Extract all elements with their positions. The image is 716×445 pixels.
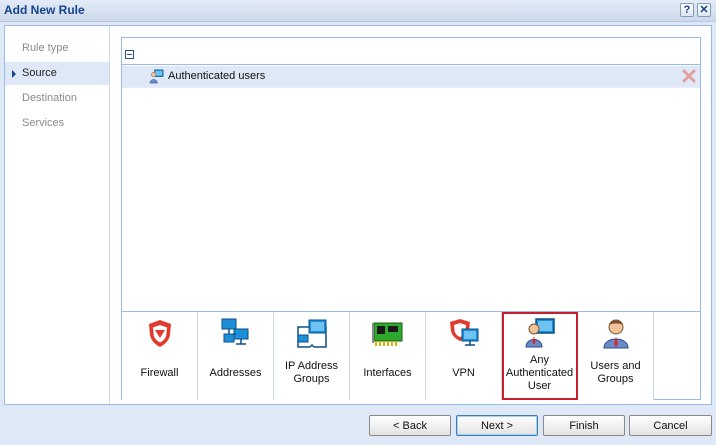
wizard-panel: Rule type Source Destination Services Au… — [4, 25, 712, 405]
tile-label: Firewall — [140, 366, 179, 379]
tile-label: Interfaces — [363, 366, 412, 379]
user-icon — [603, 319, 629, 349]
authenticated-user-icon — [149, 69, 164, 84]
authenticated-user-icon — [525, 318, 555, 348]
tile-label: IP Address Groups — [285, 360, 338, 385]
tree-header — [122, 38, 700, 65]
nav-item-rule-type[interactable]: Rule type — [5, 37, 109, 60]
close-button[interactable]: ✕ — [697, 3, 711, 17]
delete-icon[interactable] — [682, 69, 696, 83]
network-computers-icon — [221, 318, 249, 345]
help-button[interactable]: ? — [680, 3, 694, 17]
firewall-shield-icon — [149, 320, 171, 347]
tile-users-and-groups[interactable]: Users and Groups — [578, 312, 654, 400]
collapse-icon[interactable] — [125, 50, 134, 59]
tile-label: VPN — [452, 366, 475, 379]
window-title: Add New Rule — [4, 3, 85, 17]
nav-active-arrow-icon — [12, 70, 16, 78]
nav-item-services[interactable]: Services — [5, 112, 109, 135]
tile-vpn[interactable]: VPN — [426, 312, 502, 400]
tile-addresses[interactable]: Addresses — [198, 312, 274, 400]
cancel-button[interactable]: Cancel — [629, 415, 712, 436]
next-button[interactable]: Next > — [456, 415, 538, 436]
tile-label: Users and Groups — [590, 360, 641, 385]
back-button[interactable]: < Back — [369, 415, 451, 436]
tile-ip-address-groups[interactable]: IP Address Groups — [274, 312, 350, 400]
wizard-steps-nav: Rule type Source Destination Services — [5, 26, 110, 404]
nav-item-source[interactable]: Source — [5, 62, 109, 85]
source-type-tray: Firewall Addresses IP Address Groups Int… — [122, 311, 700, 400]
tile-interfaces[interactable]: Interfaces — [350, 312, 426, 400]
source-panel: Authenticated users Firewall Addresses I… — [121, 37, 701, 400]
vpn-icon — [450, 319, 479, 346]
tile-any-authenticated-user[interactable]: Any Authenticated User — [502, 312, 578, 400]
tile-label: Addresses — [209, 366, 262, 379]
ip-address-groups-icon — [297, 319, 327, 348]
finish-button[interactable]: Finish — [543, 415, 625, 436]
network-interface-card-icon — [372, 322, 403, 346]
tree-row-label: Authenticated users — [168, 70, 266, 82]
tile-label: Any Authenticated User — [505, 353, 574, 392]
title-bar: Add New Rule ? ✕ — [0, 0, 716, 22]
tile-firewall[interactable]: Firewall — [122, 312, 198, 400]
nav-item-label: Source — [22, 67, 57, 79]
nav-item-destination[interactable]: Destination — [5, 87, 109, 110]
tree-row[interactable]: Authenticated users — [122, 66, 700, 88]
